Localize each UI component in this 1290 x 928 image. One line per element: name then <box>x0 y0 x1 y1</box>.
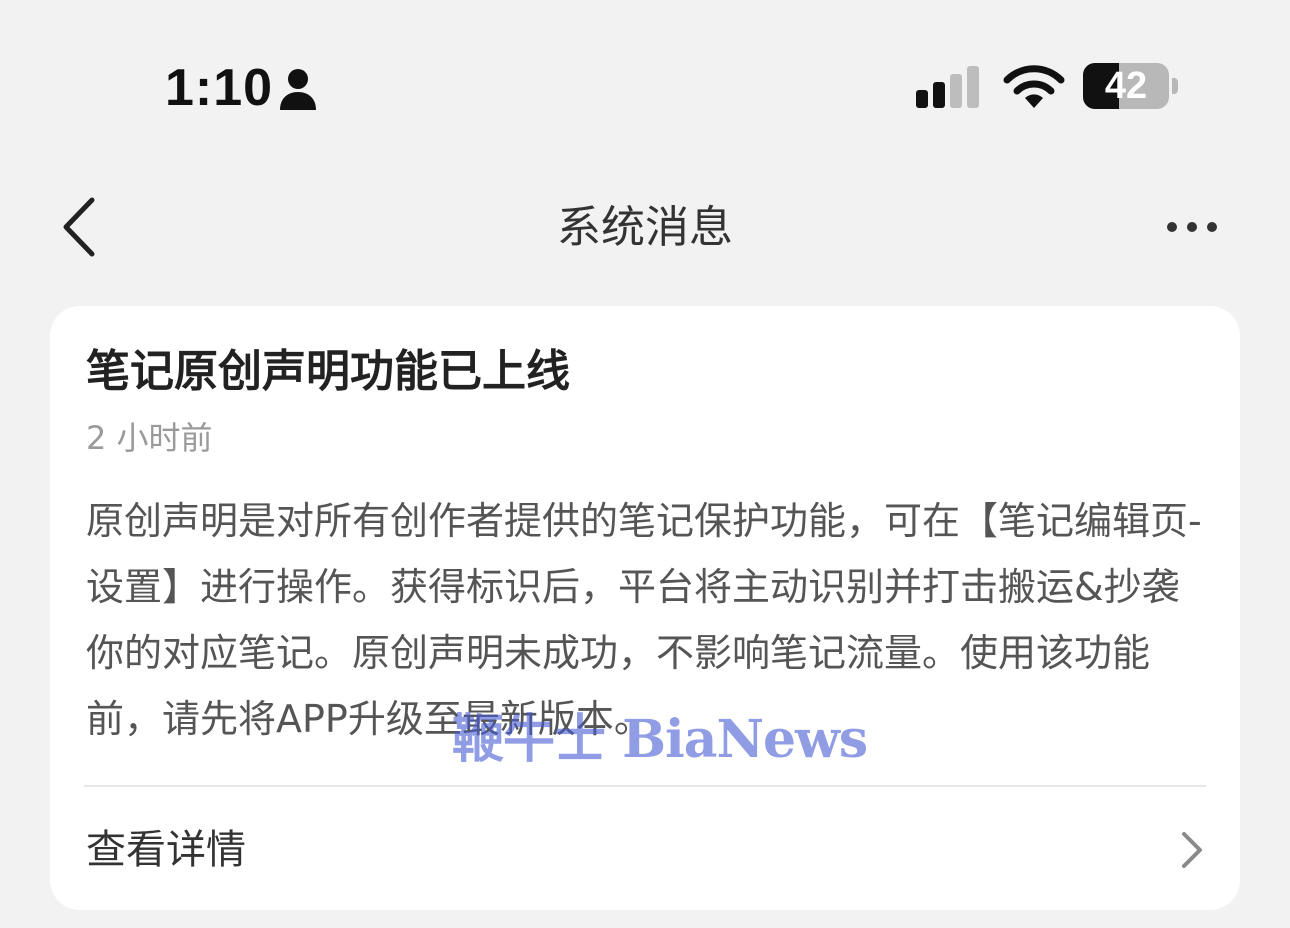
message-title: 笔记原创声明功能已上线 <box>86 346 570 397</box>
view-details-label: 查看详情 <box>86 827 246 873</box>
battery-icon: 42 <box>1083 63 1179 111</box>
battery-level: 42 <box>1104 65 1148 107</box>
message-time: 2 小时前 <box>86 419 213 457</box>
chevron-left-icon <box>63 197 95 257</box>
signal-icon <box>916 66 979 108</box>
view-details-button[interactable]: 查看详情 <box>50 788 1240 910</box>
page-title: 系统消息 <box>557 202 733 253</box>
wifi-icon <box>1003 65 1065 108</box>
chevron-right-icon <box>1182 832 1202 868</box>
status-time: 1:10 <box>165 59 274 117</box>
status-bar: 1:10 42 <box>0 0 1290 150</box>
message-card: 笔记原创声明功能已上线 2 小时前 原创声明是对所有创作者提供的笔记保护功能，可… <box>50 306 1240 910</box>
person-icon <box>280 69 316 110</box>
more-icon <box>1167 222 1217 232</box>
back-button[interactable] <box>52 192 112 262</box>
divider <box>84 785 1206 787</box>
nav-bar: 系统消息 <box>0 170 1290 290</box>
more-button[interactable] <box>1160 210 1224 244</box>
watermark: 鞭牛士 BiaNews <box>452 709 868 770</box>
